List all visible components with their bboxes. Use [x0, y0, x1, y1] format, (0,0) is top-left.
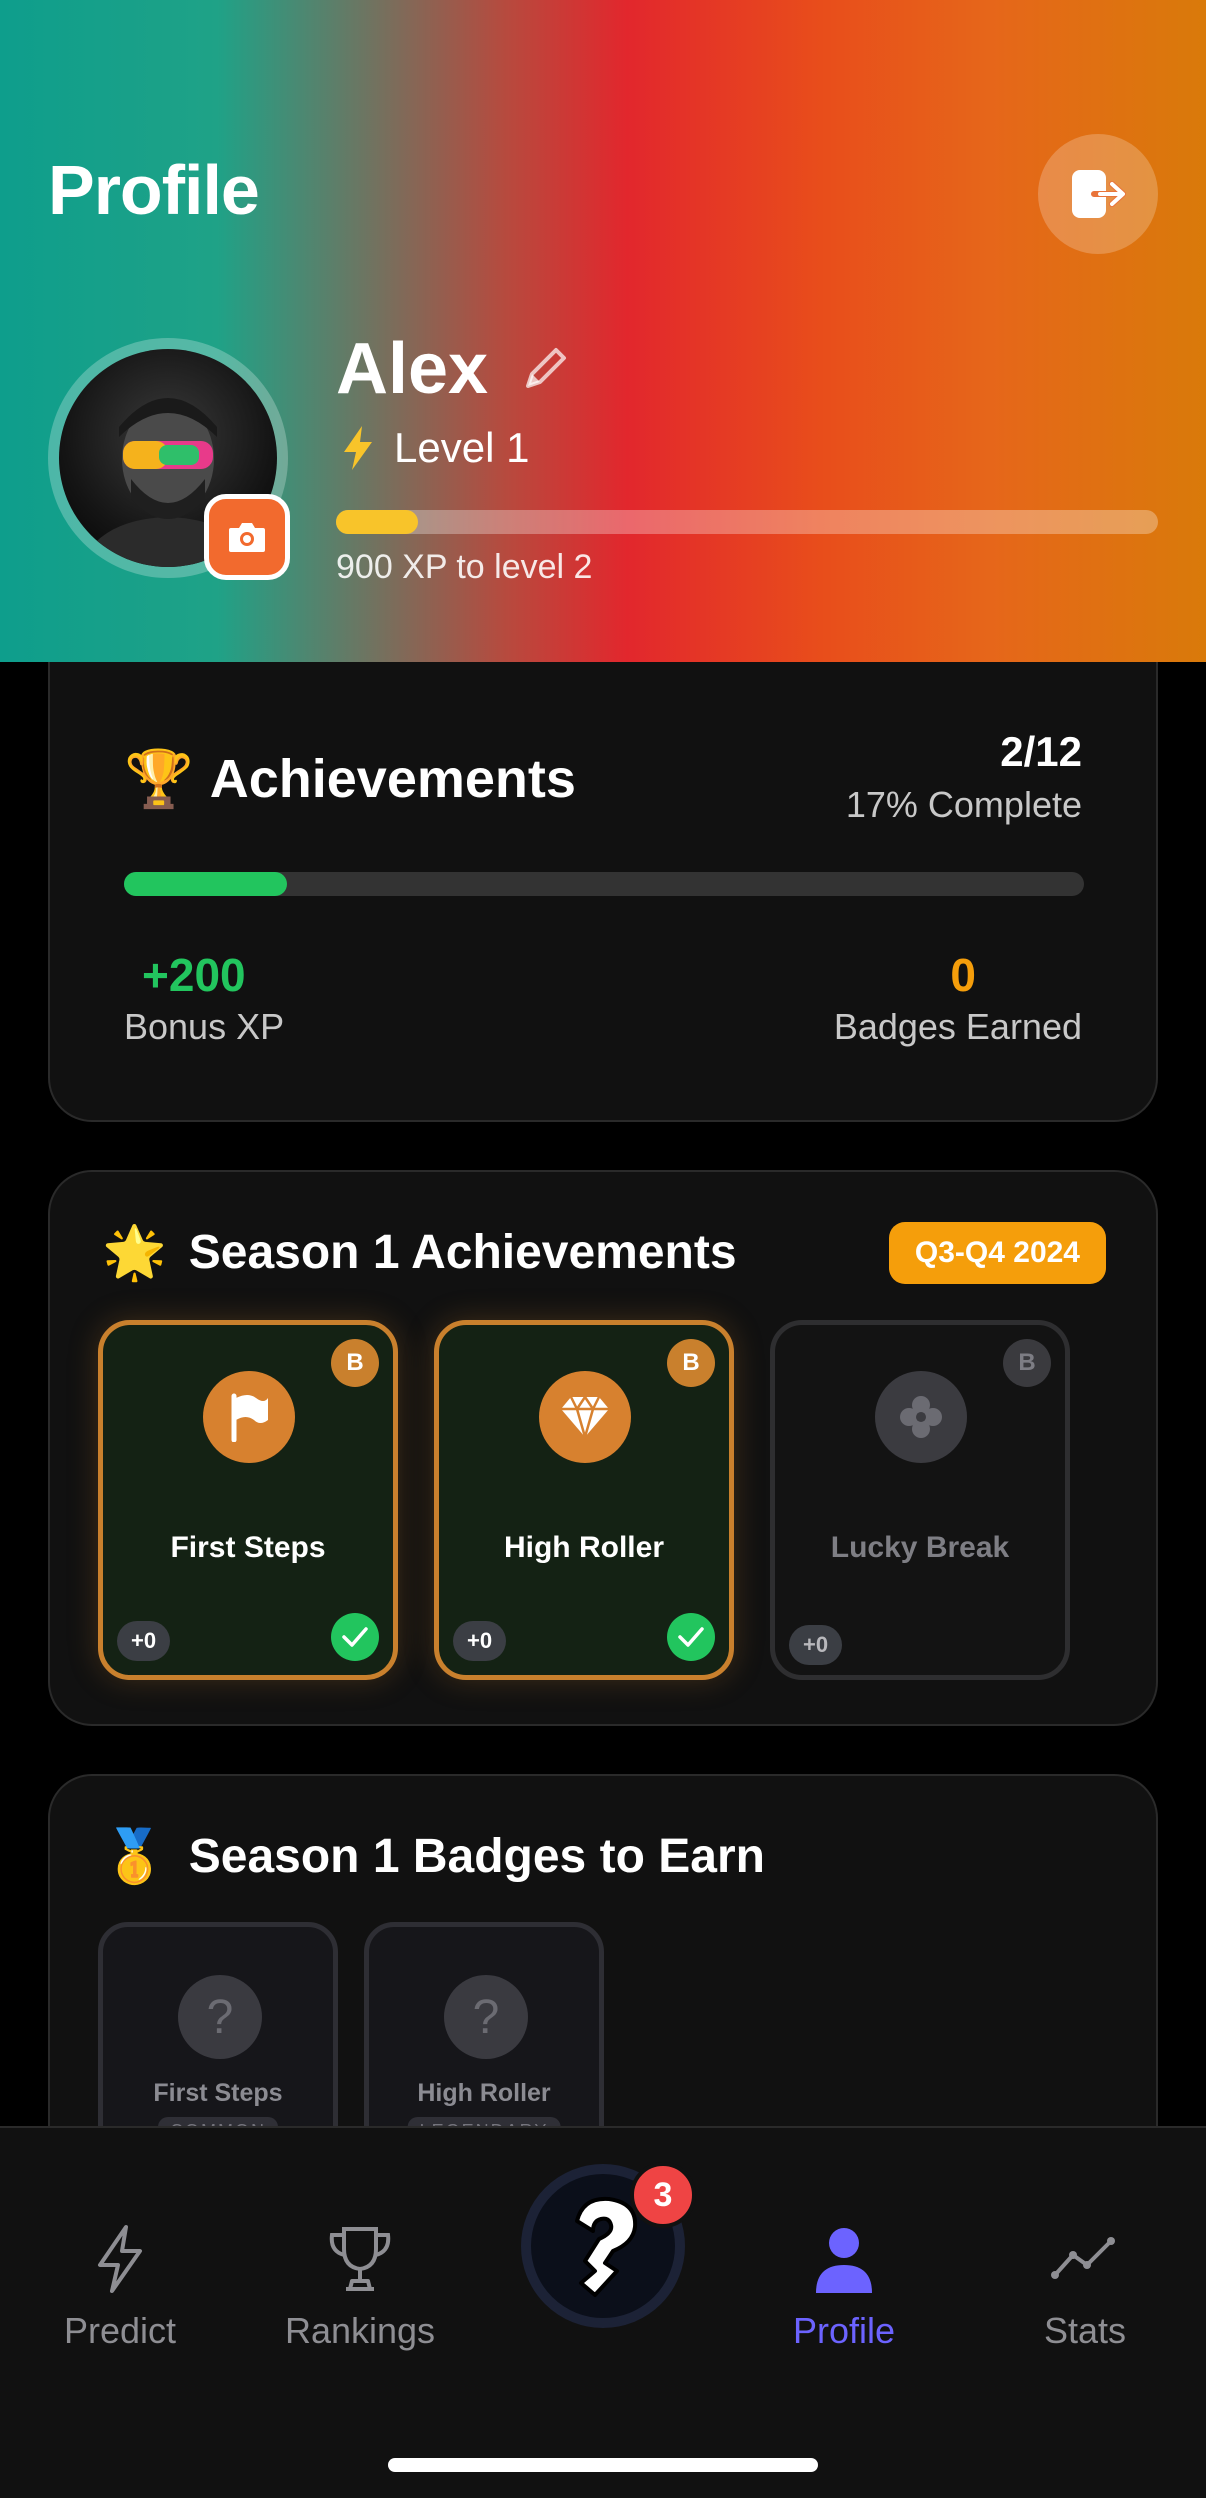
achievement-name: Lucky Break — [830, 1531, 1010, 1564]
season-achievements-title: Season 1 Achievements — [188, 1226, 737, 1279]
bronze-tier-badge: B — [667, 1339, 715, 1387]
chart-line-icon — [1051, 2237, 1115, 2279]
xp-progress-bar — [336, 510, 1158, 534]
person-icon — [816, 2228, 872, 2293]
logout-icon — [1072, 170, 1126, 218]
achievement-name: High Roller — [503, 1531, 664, 1564]
badges-earned-value: 0 — [950, 949, 976, 1001]
page-title: Profile — [48, 151, 260, 229]
tab-label: Rankings — [284, 2310, 436, 2351]
tab-stats[interactable]: Stats — [985, 2223, 1185, 2352]
lightning-icon — [344, 426, 372, 470]
clover-icon — [875, 1371, 967, 1463]
season-badges-heading: 🥇 Season 1 Badges to Earn — [102, 1826, 765, 1887]
achievement-tile-first-steps[interactable]: B First Steps +0 — [98, 1320, 398, 1680]
xp-to-next-level: 900 XP to level 2 — [336, 548, 593, 586]
edit-name-icon[interactable] — [520, 344, 570, 394]
badge-name: High Roller — [417, 2079, 551, 2107]
badge-name: First Steps — [153, 2079, 283, 2107]
tab-label: Predict — [63, 2310, 177, 2351]
logout-button[interactable] — [1038, 134, 1158, 254]
bonus-xp-value: +200 — [142, 949, 246, 1001]
achievements-progress-fill — [124, 872, 288, 896]
achievements-card[interactable]: 🏆 Achievements 2/12 17% Complete +200 Bo… — [48, 662, 1158, 1122]
achievement-xp: +0 — [453, 1621, 507, 1661]
achievement-xp: +0 — [117, 1621, 171, 1661]
tab-predict[interactable]: Predict — [20, 2223, 220, 2352]
achievement-name: First Steps — [170, 1531, 326, 1564]
home-indicator — [388, 2458, 818, 2472]
medal-emoji-icon: 🥇 — [102, 1828, 167, 1886]
achievements-title: Achievements — [209, 749, 576, 809]
tab-label: Profile — [792, 2310, 896, 2351]
lightning-icon — [98, 2225, 142, 2293]
level-row: Level 1 — [338, 424, 529, 472]
diamond-icon — [539, 1371, 631, 1463]
trophy-icon — [329, 2227, 391, 2291]
notification-count-badge: 3 — [630, 2162, 696, 2228]
camera-icon — [229, 523, 265, 552]
checkmark-icon — [331, 1613, 379, 1661]
flag-icon — [203, 1371, 295, 1463]
achievements-count: 2/12 — [1000, 728, 1082, 775]
achievements-complete-text: 17% Complete — [845, 784, 1082, 825]
bonus-xp-label: Bonus XP — [124, 1006, 285, 1047]
bronze-tier-badge: B — [331, 1339, 379, 1387]
tab-rankings[interactable]: Rankings — [260, 2223, 460, 2352]
achievements-progress-bar — [124, 872, 1084, 896]
achievements-heading: 🏆 Achievements — [124, 746, 576, 812]
season-badges-title: Season 1 Badges to Earn — [188, 1830, 765, 1883]
tab-label: Stats — [1043, 2310, 1127, 2351]
checkmark-icon — [667, 1613, 715, 1661]
level-text: Level 1 — [394, 424, 530, 471]
achievement-tile-lucky-break[interactable]: B Lucky Break +0 — [770, 1320, 1070, 1680]
question-icon: ? — [178, 1975, 262, 2059]
tab-profile[interactable]: Profile — [744, 2223, 944, 2352]
achievement-tiles: B First Steps +0 B High Roller +0 B Luck… — [98, 1320, 1070, 1680]
achievement-tile-high-roller[interactable]: B High Roller +0 — [434, 1320, 734, 1680]
trophy-emoji-icon: 🏆 — [124, 747, 194, 810]
season-achievements-card: 🌟 Season 1 Achievements Q3-Q4 2024 B Fir… — [48, 1170, 1158, 1726]
badges-earned-label: Badges Earned — [833, 1006, 1082, 1047]
bronze-tier-badge: B — [1003, 1339, 1051, 1387]
change-photo-button[interactable] — [204, 494, 290, 580]
user-name: Alex — [336, 329, 489, 409]
bottom-tab-bar: Predict Rankings 3 Profile Stats — [0, 2126, 1206, 2498]
season-pill: Q3-Q4 2024 — [888, 1222, 1106, 1284]
profile-header: Profile Alex Level 1 900 XP to level 2 — [0, 0, 1206, 662]
xp-progress-fill — [336, 510, 419, 534]
star-emoji-icon: 🌟 — [102, 1224, 167, 1282]
season-achievements-heading: 🌟 Season 1 Achievements — [102, 1222, 737, 1283]
question-icon: ? — [444, 1975, 528, 2059]
achievement-xp: +0 — [789, 1625, 843, 1665]
